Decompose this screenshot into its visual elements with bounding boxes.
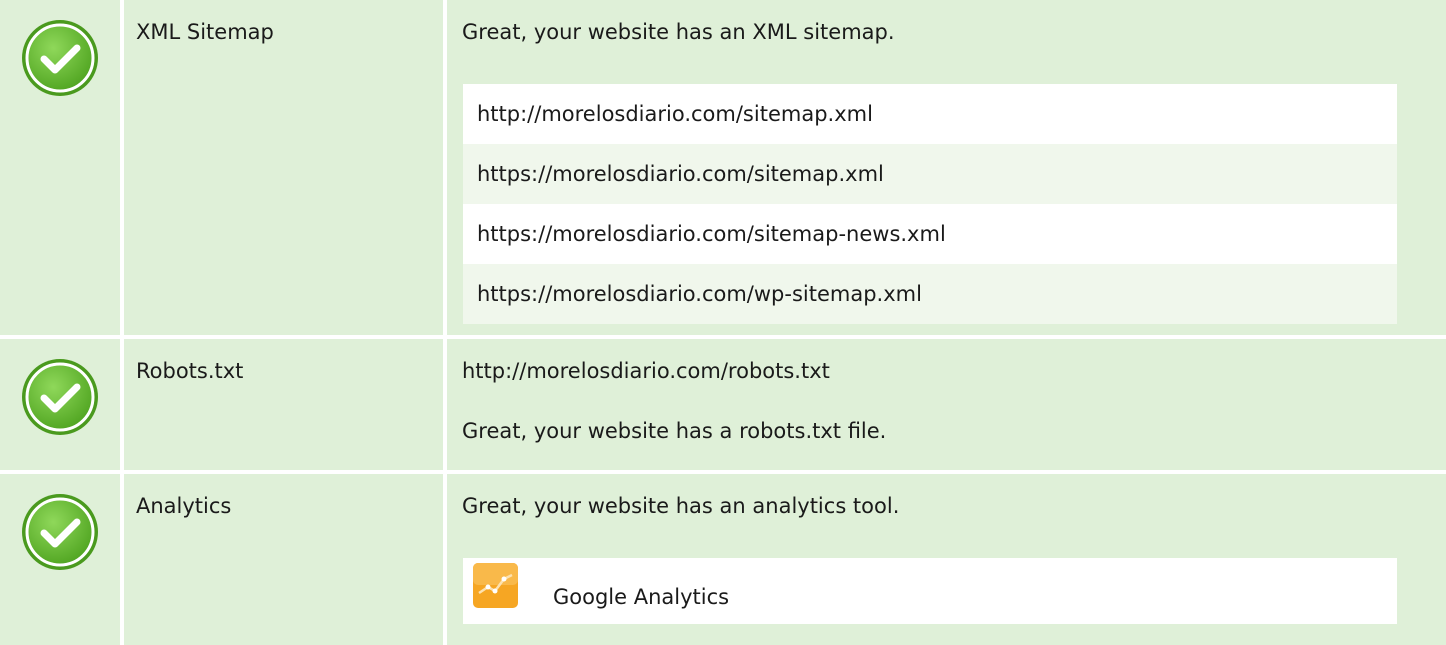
check-label-text: Robots.txt	[136, 359, 244, 383]
check-label: XML Sitemap	[124, 0, 443, 335]
check-label: Robots.txt	[124, 339, 443, 470]
status-cell	[0, 0, 120, 335]
analytics-tool-item: Google Analytics	[463, 558, 1397, 624]
sitemap-url[interactable]: http://morelosdiario.com/sitemap.xml	[463, 84, 1397, 144]
check-message: Great, your website has an analytics too…	[462, 494, 900, 518]
check-label: Analytics	[124, 474, 443, 645]
check-content: http://morelosdiario.com/robots.txt Grea…	[447, 339, 1446, 470]
check-circle-icon	[22, 20, 98, 96]
check-message: Great, your website has a robots.txt fil…	[462, 419, 887, 443]
sitemap-url[interactable]: https://morelosdiario.com/sitemap.xml	[463, 144, 1397, 204]
check-circle-icon	[22, 359, 98, 435]
check-content: Great, your website has an XML sitemap. …	[447, 0, 1446, 335]
check-circle-icon	[22, 494, 98, 570]
sitemap-url-list: http://morelosdiario.com/sitemap.xml htt…	[463, 84, 1397, 324]
check-message: Great, your website has an XML sitemap.	[462, 20, 895, 44]
check-label-text: XML Sitemap	[136, 20, 274, 44]
check-row-xml-sitemap: XML Sitemap Great, your website has an X…	[0, 0, 1446, 335]
status-cell	[0, 339, 120, 470]
robots-url[interactable]: http://morelosdiario.com/robots.txt	[462, 359, 1446, 383]
sitemap-url[interactable]: https://morelosdiario.com/sitemap-news.x…	[463, 204, 1397, 264]
analytics-tool-name: Google Analytics	[553, 585, 730, 609]
check-row-analytics: Analytics Great, your website has an ana…	[0, 474, 1446, 645]
check-row-robots-txt: Robots.txt http://morelosdiario.com/robo…	[0, 339, 1446, 470]
check-content: Great, your website has an analytics too…	[447, 474, 1446, 645]
check-label-text: Analytics	[136, 494, 232, 518]
sitemap-url[interactable]: https://morelosdiario.com/wp-sitemap.xml	[463, 264, 1397, 324]
google-analytics-icon	[473, 563, 518, 608]
status-cell	[0, 474, 120, 645]
